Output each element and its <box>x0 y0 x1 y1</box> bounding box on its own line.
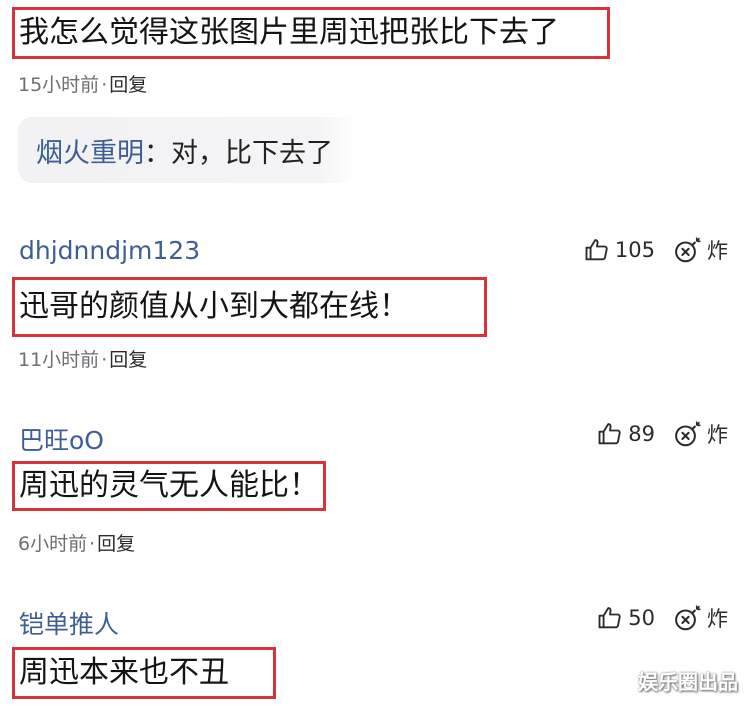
bomb-label: 炸 <box>707 423 728 447</box>
reply-text: 对，比下去了 <box>171 137 333 169</box>
reply-button[interactable]: 回复 <box>97 533 135 555</box>
comment-username[interactable]: 巴旺oO <box>19 421 104 457</box>
thumbs-up-icon <box>596 604 624 632</box>
meta-separator: · <box>101 349 108 371</box>
comment-actions: 89 炸 <box>596 419 728 449</box>
watermark: 娱乐圈出品 <box>638 670 738 694</box>
like-button[interactable]: 89 <box>596 420 655 448</box>
like-button[interactable]: 105 <box>583 236 655 264</box>
bomb-icon <box>673 235 703 265</box>
reply-button[interactable]: 回复 <box>109 74 147 96</box>
like-count: 89 <box>628 422 655 446</box>
comment-actions: 50 炸 <box>596 603 728 633</box>
comment-meta: 15小时前 · 回复 <box>18 70 147 97</box>
comment-username[interactable]: dhjdnndjm123 <box>19 236 200 265</box>
comment-actions: 105 炸 <box>583 235 728 265</box>
like-count: 105 <box>614 238 655 262</box>
reply-username[interactable]: 烟火重明 <box>36 131 144 170</box>
bomb-button[interactable]: 炸 <box>673 419 728 449</box>
comment-text: 周迅本来也不丑 <box>19 655 229 690</box>
bomb-button[interactable]: 炸 <box>673 235 728 265</box>
comment-meta: 11小时前 · 回复 <box>18 345 147 372</box>
reply-colon: ： <box>144 137 171 169</box>
reply-button[interactable]: 回复 <box>109 349 147 371</box>
comment-time: 15小时前 <box>18 74 100 96</box>
thumbs-up-icon <box>583 236 611 264</box>
bomb-icon <box>673 603 703 633</box>
bomb-label: 炸 <box>707 607 728 631</box>
like-button[interactable]: 50 <box>596 604 655 632</box>
bomb-label: 炸 <box>707 239 728 263</box>
meta-separator: · <box>101 74 108 96</box>
comment-text-highlight: 周迅的灵气无人能比！ <box>12 461 326 511</box>
meta-separator: · <box>89 533 96 555</box>
comment-meta: 6小时前 · 回复 <box>18 529 135 556</box>
thumbs-up-icon <box>596 420 624 448</box>
like-count: 50 <box>628 606 655 630</box>
comment-text: 周迅的灵气无人能比！ <box>19 468 319 503</box>
comment-time: 11小时前 <box>18 349 100 371</box>
comment-text-highlight: 迅哥的颜值从小到大都在线！ <box>12 277 487 337</box>
reply-preview[interactable]: 烟火重明：对，比下去了 <box>18 117 356 183</box>
comment-time: 6小时前 <box>18 533 88 555</box>
comment-text: 我怎么觉得这张图片里周迅把张比下去了 <box>19 15 559 50</box>
comment-text-highlight: 周迅本来也不丑 <box>12 647 276 699</box>
bomb-icon <box>673 419 703 449</box>
comment-text-highlight: 我怎么觉得这张图片里周迅把张比下去了 <box>12 7 610 59</box>
bomb-button[interactable]: 炸 <box>673 603 728 633</box>
comment-username[interactable]: 铠单推人 <box>19 605 119 641</box>
comment-text: 迅哥的颜值从小到大都在线！ <box>19 289 409 324</box>
